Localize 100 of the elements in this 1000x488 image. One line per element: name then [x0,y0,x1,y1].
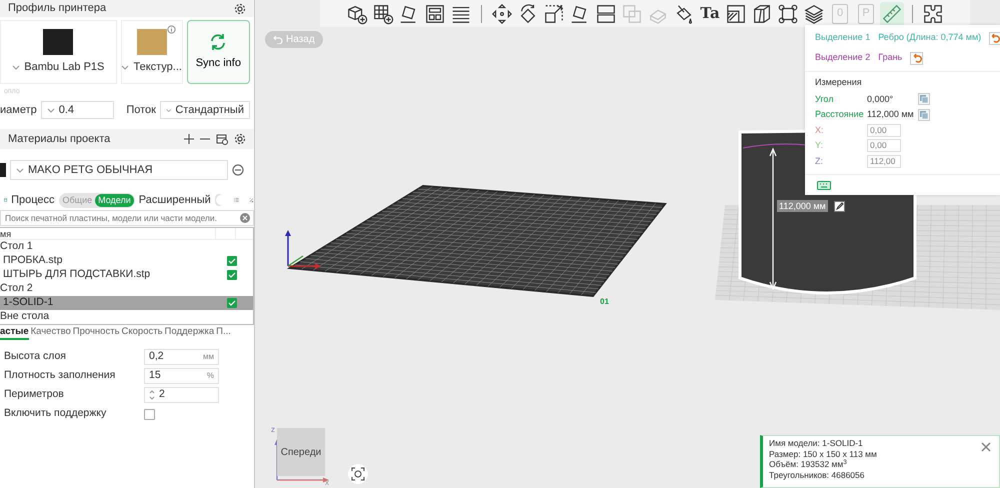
setting-field[interactable]: 15 % [144,368,219,384]
visibility-checkbox[interactable] [227,298,237,308]
edit-icon[interactable] [834,200,845,212]
close-button[interactable] [979,440,993,454]
select-value: Стандартный [175,102,244,118]
field-label: иаметр [0,102,37,118]
flow-select[interactable]: Стандартный [160,101,250,119]
settings-tab[interactable]: Прочность [72,325,120,340]
unit-label: мм [203,351,214,363]
tree-item-label: ШТЫРЬ ДЛЯ ПОДСТАВКИ.stp [3,267,152,282]
minus-circle-icon[interactable] [232,164,244,176]
filament-select[interactable]: MAKO PETG ОБЫЧНАЯ [10,160,228,180]
spinner-field[interactable]: 2 [144,387,219,403]
clear-icon[interactable] [240,213,250,223]
chevron-icon [121,64,130,70]
tree-item-label: Стол 1 [0,239,34,254]
chevron-icon [16,168,24,172]
back-arrow-icon [273,35,283,44]
visibility-checkbox[interactable] [227,270,237,280]
view-cube[interactable]: Спереди [277,428,325,476]
info-line: Размер: 150 x 150 x 113 мм [769,448,878,459]
focus-icon [351,467,365,481]
field-value: 0,2 [149,349,164,364]
selection-value: Грань [878,51,902,64]
settings-tab[interactable]: Качество [30,325,71,340]
info-line: Объём: 193532 мм$^{3}$ [769,459,848,470]
axis-label: x [325,477,329,488]
switch-label: Расширенный [138,192,211,208]
coordinate-label: Y: [815,139,824,152]
settings-icon[interactable] [234,133,246,145]
field-value: 2 [159,387,165,402]
move-arrows-icon[interactable] [490,2,514,26]
selection-value: Ребро (Длина: 0,774 мм) [878,31,982,44]
tree-item-label: Вне стола [0,309,50,324]
result-value: 112,000 мм [867,108,914,121]
dimension-label: 112,000 мм [777,200,828,212]
selection-label: Выделение 1 [815,31,870,44]
tree-row[interactable]: ШТЫРЬ ДЛЯ ПОДСТАВКИ.stp [0,268,253,282]
plate-photo [136,28,167,55]
print-bed-drawing[interactable] [286,184,667,298]
plus-icon[interactable] [184,134,194,144]
settings-tab[interactable]: Поддержка [164,325,214,340]
settings-tab[interactable]: Скорость [122,325,163,340]
field-value: 15 [149,368,161,384]
sync-button[interactable]: Sync info [186,20,250,84]
tree-row[interactable]: Вне стола [0,310,253,324]
column-header: мя [0,228,12,239]
tree-row[interactable]: ПРОБКА.stp [0,254,253,268]
spinner-arrows-icon[interactable] [149,389,155,401]
section-title: Профиль принтера [8,1,108,16]
coordinate-field[interactable]: 0,00 [867,124,901,137]
section-title: Материалы проекта [8,132,112,147]
result-label: Расстояние [815,108,863,121]
selection-label: Выделение 2 [815,51,870,64]
setting-checkbox[interactable] [144,408,155,420]
chevron-icon [46,108,55,112]
printer-photo [43,28,74,55]
tree-row[interactable]: Стол 1 [0,240,253,254]
bed-number: 01 [600,297,609,306]
tree-item-label: Стол 2 [0,281,34,296]
tree-row[interactable]: 1-SOLID-1 [0,296,253,310]
axis-label: z [271,424,275,436]
reset-button[interactable] [989,32,1000,44]
unit-label: % [206,370,214,382]
select-value: MAKO PETG ОБЫЧНАЯ [28,162,153,178]
search-field[interactable]: Поиск печатной пластины, модели или части модели. [0,210,254,226]
visibility-checkbox[interactable] [227,256,237,266]
setting-field[interactable]: 0,2 мм [144,349,219,365]
plate-card[interactable]: Текстур... [120,20,183,84]
chevron-icon [12,64,20,70]
coordinate-field[interactable]: 112,00 [867,154,901,168]
settings-tab[interactable]: астые [0,325,29,340]
advanced-switch[interactable] [214,194,224,206]
settings-tab[interactable]: П... [216,325,231,340]
diameter-select[interactable]: 0.4 [40,101,114,119]
keyboard-icon[interactable] [817,181,831,190]
process-icon [4,195,8,205]
tree-row[interactable]: Стол 2 [0,282,253,296]
chevron-icon [166,108,172,112]
ruler-icon[interactable] [880,2,904,26]
coordinate-field[interactable]: 0,00 [867,139,901,152]
settings-icon[interactable] [234,2,246,14]
text-tool[interactable]: Ta [698,2,722,26]
printer-card[interactable]: Bambu Lab P1S [0,20,117,84]
info-icon[interactable] [166,25,176,34]
plate-name: Текстур... [133,60,182,75]
result-label: Угол [815,92,834,106]
setting-label: Периметров [4,387,65,402]
info-line: Треугольников: 4686056 [769,470,866,480]
color-swatch[interactable] [0,163,6,177]
panel-title: Измерения [814,76,863,89]
setting-label: Высота слоя [4,349,67,364]
tree-item-label: 1-SOLID-1 [3,295,54,310]
info-line: Имя модели: 1-SOLID-1 [769,438,864,448]
printer-name: Bambu Lab P1S [24,60,104,75]
calendar-icon[interactable] [216,133,228,145]
axis-drawing [285,230,321,269]
reset-button[interactable] [910,52,924,64]
coordinate-label: X: [815,124,825,136]
focus-button[interactable] [348,464,368,484]
